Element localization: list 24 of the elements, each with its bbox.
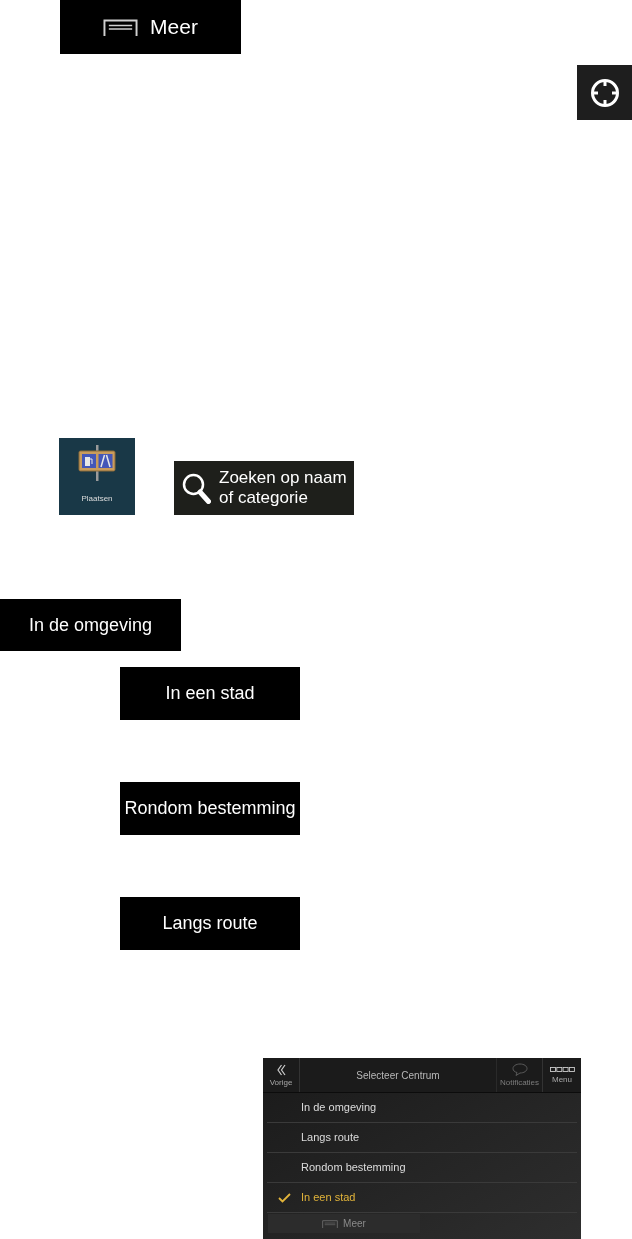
list-item[interactable]: Langs route xyxy=(267,1123,577,1153)
speech-bubble-icon xyxy=(511,1063,528,1076)
back-button[interactable]: Vorige xyxy=(263,1058,300,1092)
signpost-icon xyxy=(77,445,117,481)
option-button[interactable]: In een stad xyxy=(120,667,300,720)
list-item[interactable]: In een stad xyxy=(267,1183,577,1213)
list-item[interactable]: Rondom bestemming xyxy=(267,1153,577,1183)
places-tile[interactable]: Plaatsen xyxy=(59,438,135,515)
option-button[interactable]: Langs route xyxy=(120,897,300,950)
nearby-button[interactable]: In de omgeving xyxy=(0,599,181,651)
search-icon xyxy=(182,472,211,504)
menu-button[interactable]: Menu xyxy=(542,1058,581,1092)
more-button[interactable]: Meer xyxy=(60,0,241,54)
menu-icon xyxy=(322,1219,339,1228)
list-item[interactable]: In de omgeving xyxy=(267,1093,577,1123)
search-button[interactable]: Zoeken op naam of categorie xyxy=(174,461,354,515)
four-squares-icon xyxy=(549,1066,575,1072)
double-chevron-icon xyxy=(276,1063,286,1076)
check-icon xyxy=(278,1192,291,1203)
locate-button[interactable] xyxy=(577,65,632,120)
screen-title: Selecteer Centrum xyxy=(355,1069,441,1083)
crosshair-icon xyxy=(589,77,620,108)
menu-icon xyxy=(103,18,139,36)
option-button[interactable]: Rondom bestemming xyxy=(120,782,300,835)
